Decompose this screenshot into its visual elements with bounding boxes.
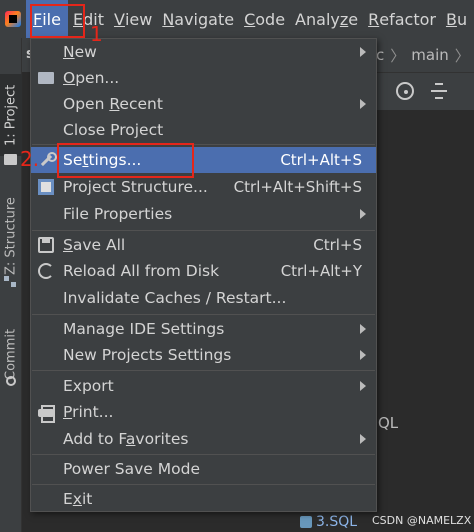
chevron-right-icon: 〉 [390,46,406,65]
background-text: QL [378,414,399,432]
submenu-arrow-icon [360,350,366,360]
menu-item-save-all[interactable]: Save All Ctrl+S [31,232,376,258]
shortcut-label: Ctrl+Alt+Y [280,262,362,280]
tool-tab-commit-label: Commit [3,328,19,380]
menu-item-invalidate-caches[interactable]: Invalidate Caches / Restart... [31,285,376,311]
reload-icon [38,263,54,279]
file-menu-dropdown: New Open... Open Recent Close Project Se… [30,38,377,512]
menu-item-open[interactable]: Open... [31,65,376,91]
project-structure-icon [38,179,54,195]
menu-item-file-properties[interactable]: File Properties [31,201,376,227]
menu-item-label: Open Recent [63,95,163,113]
submenu-arrow-icon [360,209,366,219]
menu-item-label: Add to Favorites [63,430,189,448]
menu-item-label: Power Save Mode [63,460,200,478]
menu-refactor[interactable]: Refactor [363,0,441,38]
menu-item-add-to-favorites[interactable]: Add to Favorites [31,426,376,452]
intellij-logo-icon [0,0,26,38]
submenu-arrow-icon [360,99,366,109]
menu-code[interactable]: Code [239,0,290,38]
menu-navigate[interactable]: Navigate [157,0,239,38]
submenu-arrow-icon [360,381,366,391]
menu-item-new[interactable]: New [31,39,376,65]
breadcrumb-item[interactable]: main [411,46,448,64]
floppy-disk-icon [38,237,54,253]
printer-icon [38,404,55,423]
menu-item-open-recent[interactable]: Open Recent [31,91,376,117]
chevron-right-icon: 〉 [454,46,470,65]
database-icon [300,516,312,528]
menu-item-label: Print... [63,403,114,421]
menu-analyze[interactable]: Analy z e [290,0,363,38]
tool-tab-structure-label: Z: Structure [3,197,19,275]
menu-item-label: Export [63,377,114,395]
commit-icon [6,376,16,386]
collapse-all-icon[interactable] [430,80,448,102]
watermark: CSDN @NAMELZX [372,514,472,527]
structure-icon [4,276,17,287]
menu-separator [32,454,375,455]
menu-item-label: File Properties [63,205,173,223]
shortcut-label: Ctrl+Alt+S [280,151,362,169]
menu-item-exit[interactable]: Exit [31,486,376,512]
annotation-box-file [30,4,85,38]
menu-item-label: Reload All from Disk [63,262,220,280]
annotation-step-1: 1 [90,22,103,46]
breadcrumb: c 〉 main 〉 re [376,38,474,72]
menu-item-label: Save All [63,236,126,254]
tool-tab-structure[interactable]: Z: Structure [0,190,22,282]
submenu-arrow-icon [360,434,366,444]
menu-item-label: New Projects Settings [63,346,232,364]
menu-item-print[interactable]: Print... [31,399,376,425]
tool-tab-project-label: 1: Project [3,84,19,146]
editor-toolbar [376,72,474,110]
folder-icon [4,154,17,165]
menu-separator [32,370,375,371]
menu-item-power-save-mode[interactable]: Power Save Mode [31,456,376,482]
annotation-box-settings [57,143,194,178]
submenu-arrow-icon [360,324,366,334]
menu-item-close-project[interactable]: Close Project [31,117,376,143]
menu-separator [32,230,375,231]
menu-item-label: Close Project [63,121,164,139]
file-tab-label: 3.SQL [316,514,358,530]
shortcut-label: Ctrl+Alt+Shift+S [233,178,362,196]
menu-item-manage-ide-settings[interactable]: Manage IDE Settings [31,316,376,342]
submenu-arrow-icon [360,47,366,57]
menu-view[interactable]: View [109,0,157,38]
file-tab[interactable]: 3.SQL [300,512,357,532]
menu-item-label: Open... [63,69,120,87]
locate-target-icon[interactable] [396,82,414,100]
folder-open-icon [38,72,54,84]
menu-item-label: Exit [63,490,93,508]
wrench-icon [38,152,57,168]
menu-item-label: Project Structure... [63,178,208,196]
menu-separator [32,314,375,315]
breadcrumb-item[interactable]: c [376,46,384,64]
menu-item-reload-all[interactable]: Reload All from Disk Ctrl+Alt+Y [31,258,376,284]
menu-item-label: Invalidate Caches / Restart... [63,289,287,307]
tool-tab-project[interactable]: 1: Project [0,74,22,156]
shortcut-label: Ctrl+S [313,236,362,254]
menu-item-label: Manage IDE Settings [63,320,225,338]
menu-build[interactable]: Bu [441,0,472,38]
annotation-step-2: 2. [20,147,40,171]
menu-separator [32,484,375,485]
menu-item-new-projects-settings[interactable]: New Projects Settings [31,342,376,368]
menu-item-export[interactable]: Export [31,373,376,399]
